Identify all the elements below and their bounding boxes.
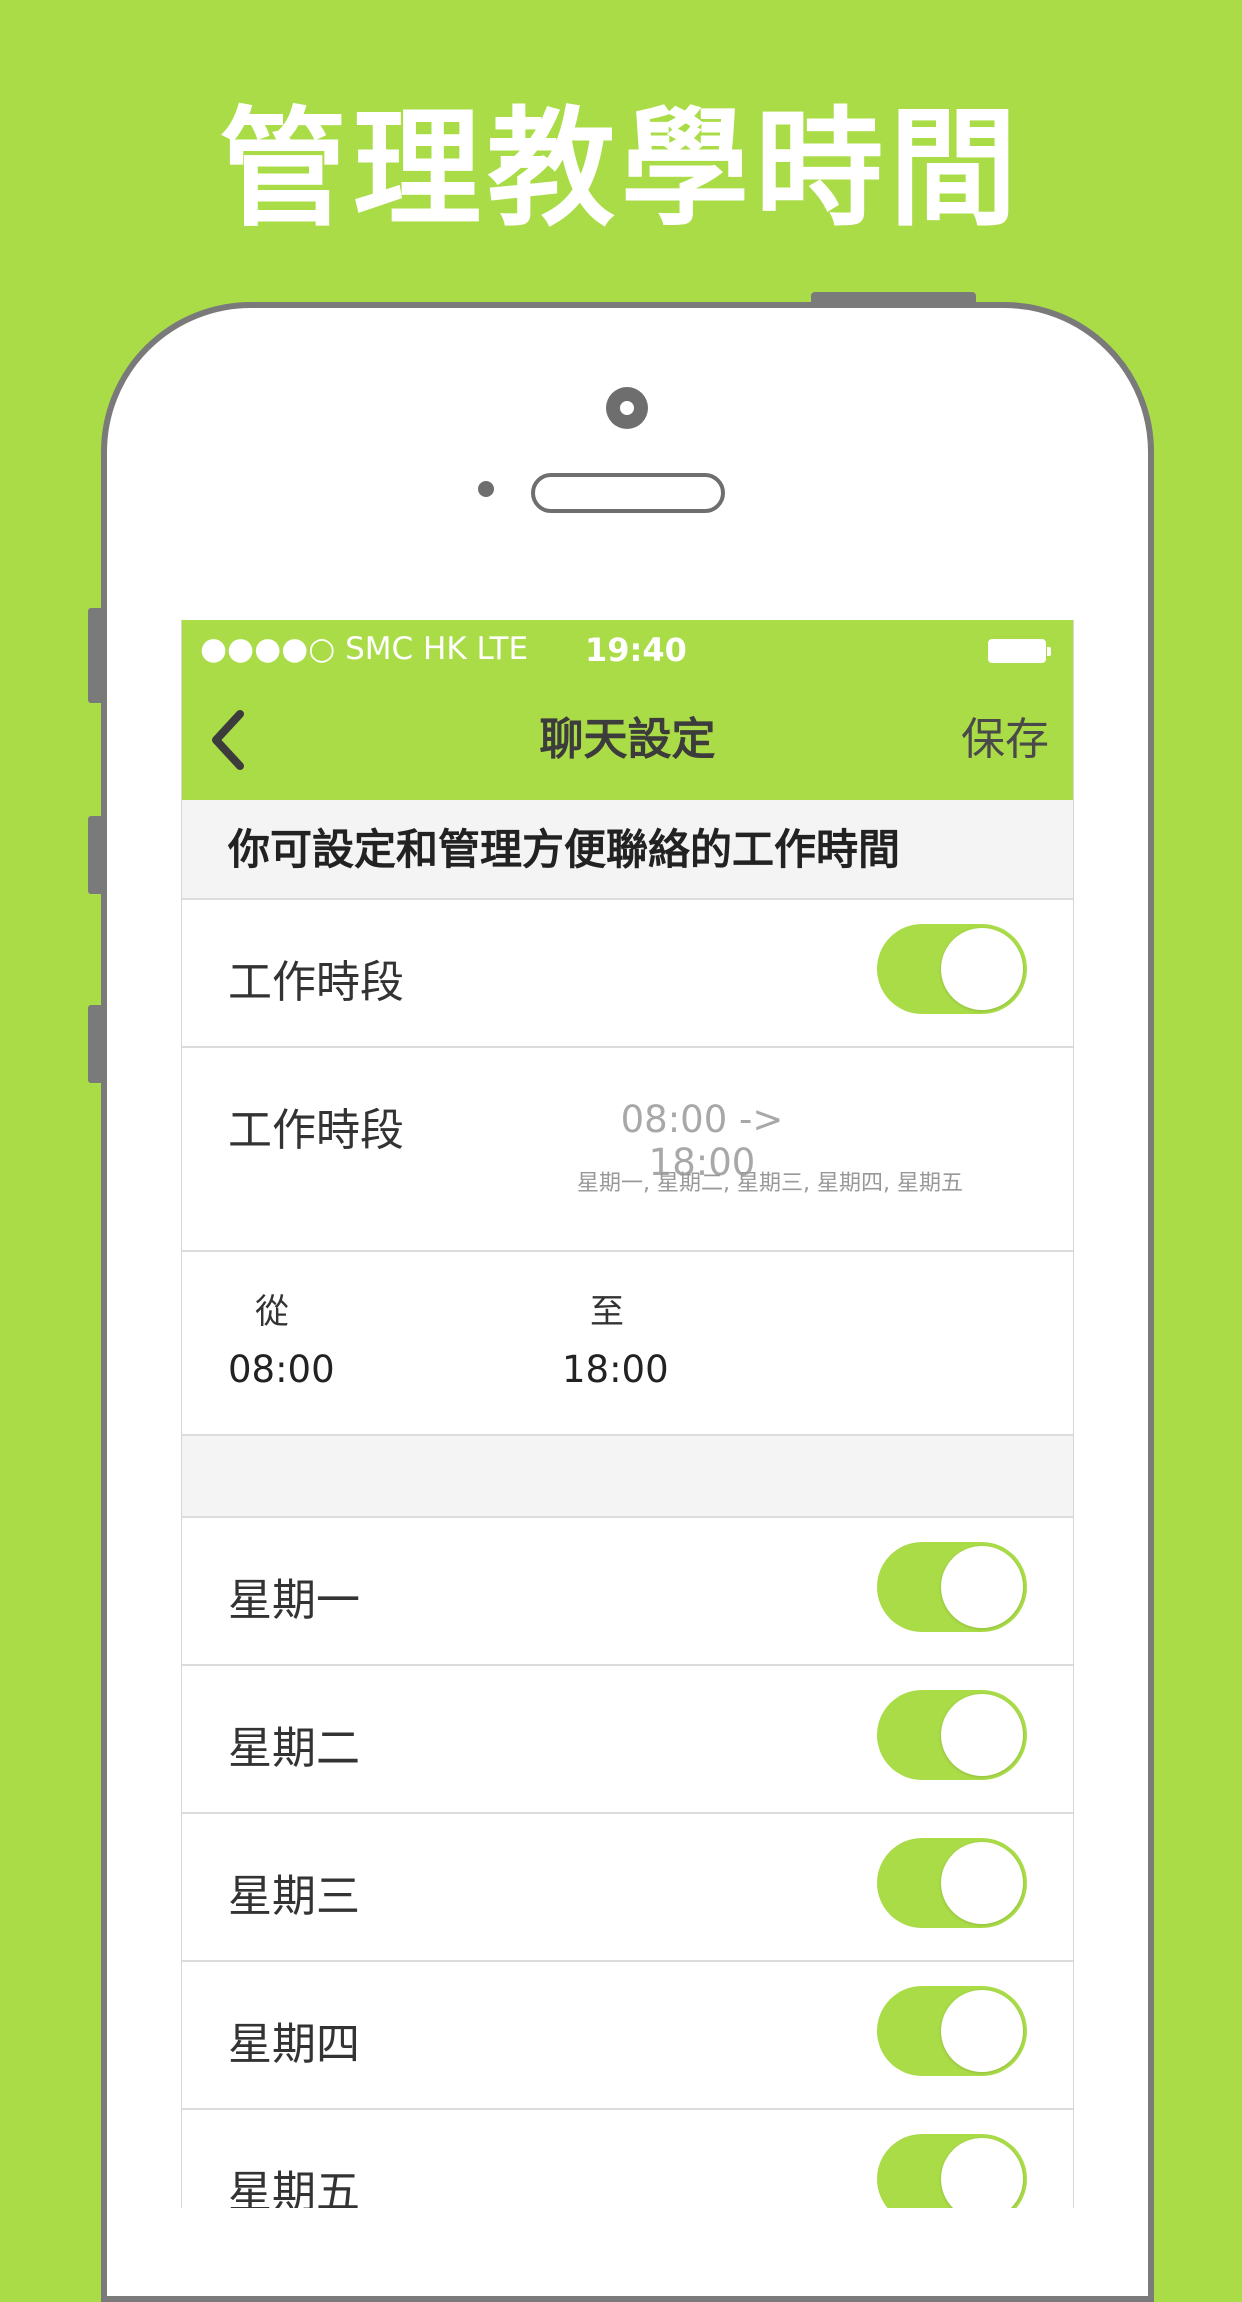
- section-spacer: [182, 1436, 1073, 1518]
- work-period-summary-row[interactable]: 工作時段 08:00 -> 18:00 星期一, 星期二, 星期三, 星期四, …: [182, 1048, 1073, 1252]
- day-label: 星期五: [228, 2167, 360, 2208]
- info-text: 你可設定和管理方便聯絡的工作時間: [228, 825, 901, 874]
- work-period-summary-label: 工作時段: [228, 1105, 404, 1156]
- proximity-sensor: [478, 481, 494, 497]
- work-period-label: 工作時段: [228, 957, 404, 1008]
- toggle-knob: [941, 1546, 1023, 1628]
- day-label: 星期四: [228, 2019, 360, 2070]
- day-row-friday: 星期五: [182, 2110, 1073, 2208]
- tuesday-toggle[interactable]: [877, 1690, 1027, 1780]
- front-camera: [606, 387, 648, 429]
- status-time: 19:40: [585, 631, 687, 669]
- toggle-knob: [941, 1694, 1023, 1776]
- app-screen: ●●●●○ SMC HK LTE 19:40 聊天設定 保存 你可設定和管理方便…: [181, 620, 1074, 2208]
- day-label: 星期一: [228, 1575, 360, 1626]
- toggle-knob: [941, 2138, 1023, 2208]
- toggle-knob: [941, 928, 1023, 1010]
- from-label: 從: [255, 1292, 289, 1332]
- nav-bar: 聊天設定 保存: [182, 680, 1073, 800]
- wednesday-toggle[interactable]: [877, 1838, 1027, 1928]
- work-days-summary: 星期一, 星期二, 星期三, 星期四, 星期五: [577, 1171, 963, 1196]
- to-label: 至: [590, 1292, 624, 1332]
- day-label: 星期三: [228, 1871, 360, 1922]
- toggle-knob: [941, 1842, 1023, 1924]
- from-time-value[interactable]: 08:00: [228, 1348, 335, 1391]
- save-button[interactable]: 保存: [961, 680, 1049, 800]
- promo-headline: 管理教學時間: [218, 95, 1023, 244]
- day-row-monday: 星期一: [182, 1518, 1073, 1666]
- earpiece-speaker: [531, 473, 725, 513]
- monday-toggle[interactable]: [877, 1542, 1027, 1632]
- work-period-toggle[interactable]: [877, 924, 1027, 1014]
- status-bar: ●●●●○ SMC HK LTE 19:40: [182, 620, 1073, 680]
- day-row-wednesday: 星期三: [182, 1814, 1073, 1962]
- chevron-left-icon: [212, 710, 244, 770]
- toggle-knob: [941, 1990, 1023, 2072]
- info-banner: 你可設定和管理方便聯絡的工作時間: [182, 800, 1073, 900]
- friday-toggle[interactable]: [877, 2134, 1027, 2208]
- thursday-toggle[interactable]: [877, 1986, 1027, 2076]
- carrier-signal: ●●●●○ SMC HK LTE: [200, 631, 529, 667]
- page-title: 聊天設定: [539, 714, 716, 765]
- work-period-toggle-row: 工作時段: [182, 900, 1073, 1048]
- day-row-thursday: 星期四: [182, 1962, 1073, 2110]
- battery-icon: [988, 639, 1051, 663]
- back-button[interactable]: [200, 700, 260, 780]
- to-time-value[interactable]: 18:00: [562, 1348, 669, 1391]
- day-label: 星期二: [228, 1723, 360, 1774]
- time-range-row: 從 08:00 至 18:00: [182, 1252, 1073, 1436]
- day-row-tuesday: 星期二: [182, 1666, 1073, 1814]
